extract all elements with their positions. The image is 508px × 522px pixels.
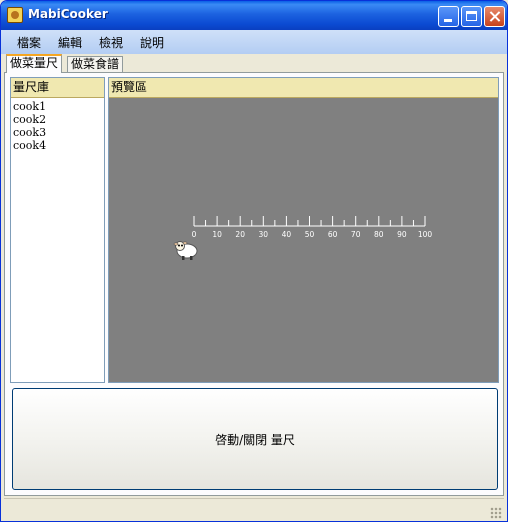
resize-grip-icon[interactable]: [490, 507, 502, 519]
app-icon: [7, 7, 23, 23]
ruler-label-10: 10: [212, 230, 222, 239]
toggle-ruler-button[interactable]: 啓動/關閉 量尺: [12, 388, 498, 490]
preview-header: 預覽區: [109, 78, 498, 98]
ruler-label-50: 50: [305, 230, 315, 239]
minimize-button[interactable]: [438, 6, 459, 27]
window-title: MabiCooker: [28, 7, 108, 21]
ruler-label-0: 0: [192, 230, 197, 239]
cooking-ruler[interactable]: 0 10 20 30 40 50 60 70 80 90 100: [187, 216, 439, 246]
sheep-icon: [173, 241, 198, 260]
status-bar: [4, 498, 504, 521]
close-button[interactable]: [484, 6, 505, 27]
menu-edit[interactable]: 編輯: [58, 34, 82, 51]
ruler-label-100: 100: [418, 230, 433, 239]
tab-cooking-ruler[interactable]: 做菜量尺: [6, 54, 63, 73]
ruler-label-80: 80: [374, 230, 384, 239]
ruler-label-90: 90: [397, 230, 407, 239]
ruler-library-list: cook1 cook2 cook3 cook4: [13, 100, 46, 152]
maximize-button[interactable]: [461, 6, 482, 27]
ruler-library-header: 量尺庫: [11, 78, 104, 98]
menu-view[interactable]: 檢視: [99, 34, 123, 51]
menu-help[interactable]: 說明: [140, 34, 164, 51]
preview-panel: 預覽區 0 10 20 30 40 50 60 70 80 90 100: [108, 77, 499, 383]
tab-cooking-recipes[interactable]: 做菜食譜: [67, 56, 124, 72]
ruler-label-20: 20: [235, 230, 245, 239]
list-item-cook3[interactable]: cook3: [13, 126, 46, 139]
ruler-library-panel: 量尺庫 cook1 cook2 cook3 cook4: [10, 77, 105, 383]
list-item-cook4[interactable]: cook4: [13, 139, 46, 152]
list-item-cook1[interactable]: cook1: [13, 100, 46, 113]
menu-file[interactable]: 檔案: [17, 34, 41, 51]
app-window: MabiCooker 檔案 編輯 檢視 說明 做菜量尺 做菜食譜 量尺庫 coo…: [0, 0, 508, 522]
ruler-label-60: 60: [328, 230, 338, 239]
title-bar[interactable]: MabiCooker: [1, 1, 507, 30]
preview-area: 0 10 20 30 40 50 60 70 80 90 100: [109, 98, 498, 382]
tab-strip: 做菜量尺 做菜食譜: [1, 54, 507, 73]
ruler-label-70: 70: [351, 230, 361, 239]
ruler-label-30: 30: [259, 230, 269, 239]
menu-bar: 檔案 編輯 檢視 說明: [1, 30, 507, 54]
ruler-label-40: 40: [282, 230, 292, 239]
list-item-cook2[interactable]: cook2: [13, 113, 46, 126]
